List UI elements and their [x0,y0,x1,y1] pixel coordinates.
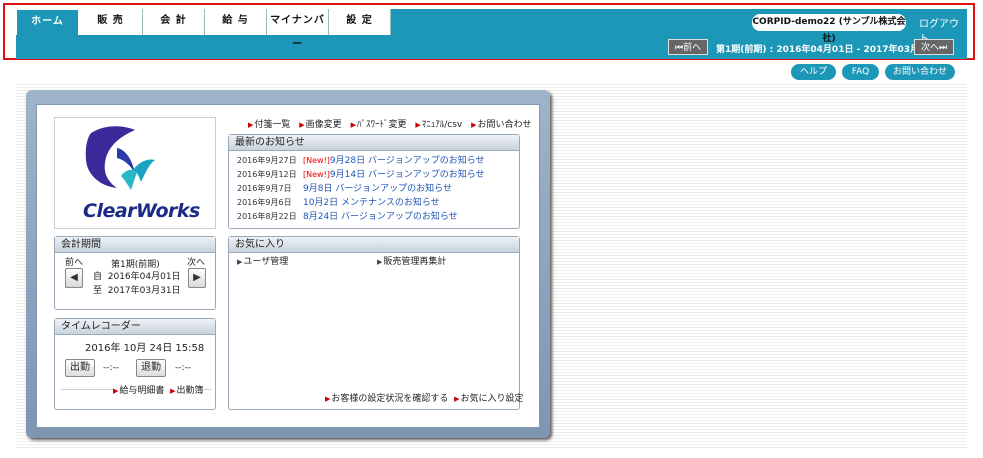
clock-in-time: --:-- [103,363,120,373]
link-favorites-settings[interactable]: ▶お気に入り設定 [454,394,523,404]
prev-period-button[interactable]: ⏮前へ [668,39,709,55]
arrow-icon: ▶ [248,121,254,129]
link-payslip[interactable]: ▶給与明細書 [113,386,164,396]
period-next-label: 次へ [187,258,206,268]
clearworks-logo-mark-icon [85,126,155,190]
tab-settings[interactable]: 設 定 [329,9,391,35]
contact-button[interactable]: お問い合わせ [885,64,955,80]
news-panel-title: 最新のお知らせ [229,135,519,151]
time-recorder-title: タイムレコーダー [55,319,215,335]
period-from-row: 自 2016年04月01日 [93,272,181,282]
clock-out-time: --:-- [175,363,192,373]
link-manual-csv[interactable]: ▶ﾏﾆｭｱﾙ/csv [415,120,462,130]
tab-home[interactable]: ホーム [16,9,79,35]
link-change-password[interactable]: ▶ﾊﾟｽﾜｰﾄﾞ変更 [351,120,407,130]
link-contact[interactable]: ▶お問い合わせ [471,120,531,130]
tab-payroll[interactable]: 給 与 [205,9,267,35]
time-recorder-datetime: 2016年 10月 24日 15:58 [85,343,205,354]
triangle-left-icon: ◀ [70,272,78,283]
period-next-button[interactable]: ▶ [188,268,206,288]
favorite-sales-recalc[interactable]: ▶販売管理再集計 [377,254,446,267]
arrow-icon: ▶ [299,121,305,129]
tab-accounting[interactable]: 会 計 [143,9,205,35]
clock-in-button[interactable]: 出勤 [65,359,95,377]
news-item[interactable]: 2016年8月22日 8月24日 バージョンアップのお知らせ [237,209,458,222]
help-button[interactable]: ヘルプ [791,64,836,80]
news-item[interactable]: 2016年9月27日 [New!]9月28日 バージョンアップのお知らせ [237,153,485,166]
arrow-icon: ▶ [170,387,176,395]
faq-button[interactable]: FAQ [842,64,879,80]
favorites-panel-title: お気に入り [229,237,519,253]
main-tabs: ホーム 販 売 会 計 給 与 マイナンバー 設 定 [16,9,391,50]
next-period-button[interactable]: 次へ⏭ [914,39,955,55]
period-panel-title: 会計期間 [55,237,215,253]
arrow-icon: ▶ [454,395,460,403]
news-panel: 最新のお知らせ 2016年9月27日 [New!]9月28日 バージョンアップのお… [228,134,520,229]
period-prev-button[interactable]: ◀ [65,268,83,288]
triangle-right-icon: ▶ [193,272,201,283]
news-item[interactable]: 2016年9月12日 [New!]9月14日 バージョンアップのお知らせ [237,167,485,180]
favorite-user-management[interactable]: ▶ユーザ管理 [237,254,288,267]
link-attendance-book[interactable]: ▶出勤簿 [170,386,203,396]
arrow-icon: ▶ [471,121,477,129]
accounting-period-panel: 会計期間 前へ 次へ 第1期(前期) ◀ ▶ 自 2016年04月01日 至 2… [54,236,216,310]
arrow-icon: ▶ [415,121,421,129]
tab-sales[interactable]: 販 売 [79,9,143,35]
arrow-icon: ▶ [237,258,243,266]
link-check-settings[interactable]: ▶お客様の設定状況を確認する [325,394,448,404]
news-item[interactable]: 2016年9月6日 10月2日 メンテナンスのお知らせ [237,195,440,208]
favorites-footer: ▶お客様の設定状況を確認する ▶お気に入り設定 [325,391,524,404]
company-logo: ClearWorks [54,117,216,229]
link-sticky-notes[interactable]: ▶付箋一覧 [248,120,290,130]
corp-id-badge: CORPID-demo22 (サンプル株式会社) [752,14,906,44]
top-navigation-bar: ホーム 販 売 会 計 給 与 マイナンバー 設 定 CORPID-demo22… [16,9,967,59]
link-change-image[interactable]: ▶画像変更 [299,120,341,130]
period-prev-label: 前へ [65,258,84,268]
favorites-panel: お気に入り ▶ユーザ管理 ▶販売管理再集計 ▶お客様の設定状況を確認する ▶お気… [228,236,524,410]
tab-mynumber[interactable]: マイナンバー [267,9,329,50]
news-item[interactable]: 2016年9月7日 9月8日 バージョンアップのお知らせ [237,181,452,194]
arrow-icon: ▶ [325,395,331,403]
period-to-row: 至 2017年03月31日 [93,286,181,296]
arrow-icon: ▶ [350,121,356,129]
clock-out-button[interactable]: 退勤 [136,359,166,377]
time-recorder-panel: タイムレコーダー 2016年 10月 24日 15:58 出勤 --:-- 退勤… [54,318,216,410]
time-recorder-links: ▶給与明細書 ▶出勤簿 [113,383,204,396]
current-period-text: 第1期(前期) : 2016年04月01日 - 2017年03月31日 [716,45,941,55]
arrow-icon: ▶ [113,387,119,395]
arrow-icon: ▶ [377,258,383,266]
logo-wordmark: ClearWorks [83,200,200,222]
quick-links: ▶付箋一覧 ▶画像変更 ▶ﾊﾟｽﾜｰﾄﾞ変更 ▶ﾏﾆｭｱﾙ/csv ▶お問い合わ… [248,117,538,130]
